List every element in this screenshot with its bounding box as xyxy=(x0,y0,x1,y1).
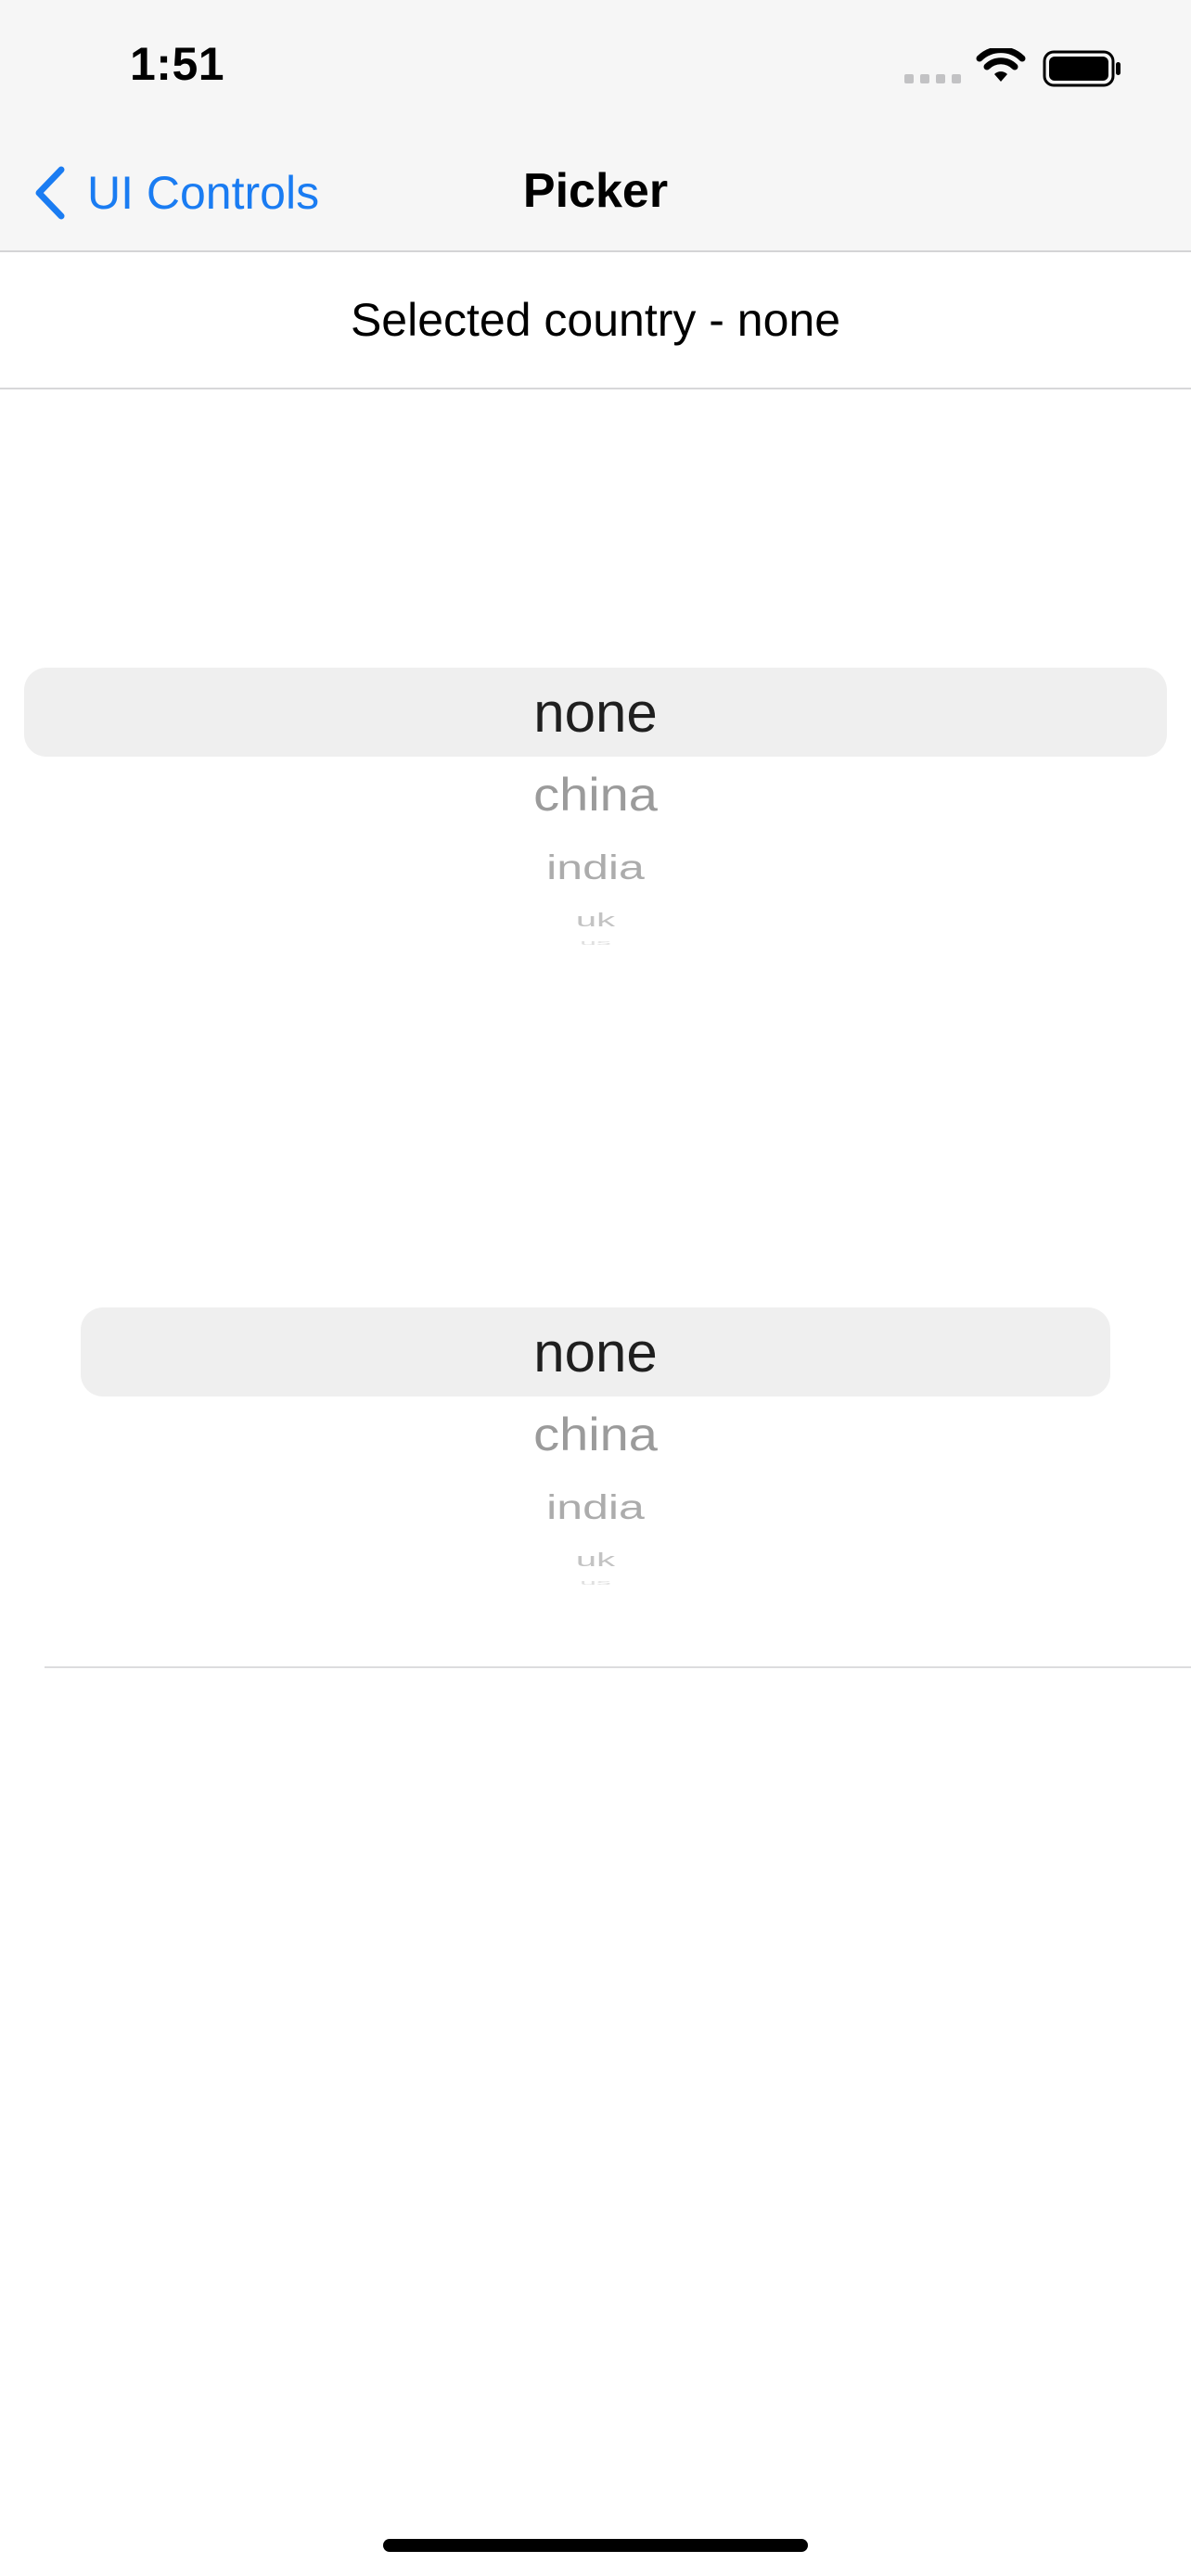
page-title: Picker xyxy=(522,164,669,218)
home-indicator[interactable] xyxy=(383,2539,808,2552)
picker-option[interactable]: uk xyxy=(0,910,1191,931)
picker-option[interactable]: us xyxy=(0,938,1191,946)
picker-option[interactable]: china xyxy=(0,1407,1191,1461)
wifi-icon xyxy=(976,48,1026,82)
picker-option[interactable]: us xyxy=(0,1578,1191,1586)
picker-option[interactable]: india xyxy=(0,1486,1191,1527)
selected-country-label: Selected country - none xyxy=(0,252,1191,389)
picker-option[interactable]: uk xyxy=(0,1549,1191,1571)
divider xyxy=(45,1666,1191,1668)
status-time: 1:51 xyxy=(130,38,225,90)
country-picker-primary[interactable]: none china india uk us xyxy=(0,575,1191,946)
picker-option[interactable]: india xyxy=(0,847,1191,887)
country-picker-secondary[interactable]: none china india uk us xyxy=(0,1215,1191,1586)
cellular-signal-icon xyxy=(904,74,961,83)
picker-option[interactable]: china xyxy=(0,767,1191,822)
picker-option-selected[interactable]: none xyxy=(0,681,1191,745)
navigation-bar: 1:51 UI Controls Picker xyxy=(0,0,1191,252)
picker-option-selected[interactable]: none xyxy=(0,1320,1191,1384)
battery-icon xyxy=(1043,50,1121,87)
